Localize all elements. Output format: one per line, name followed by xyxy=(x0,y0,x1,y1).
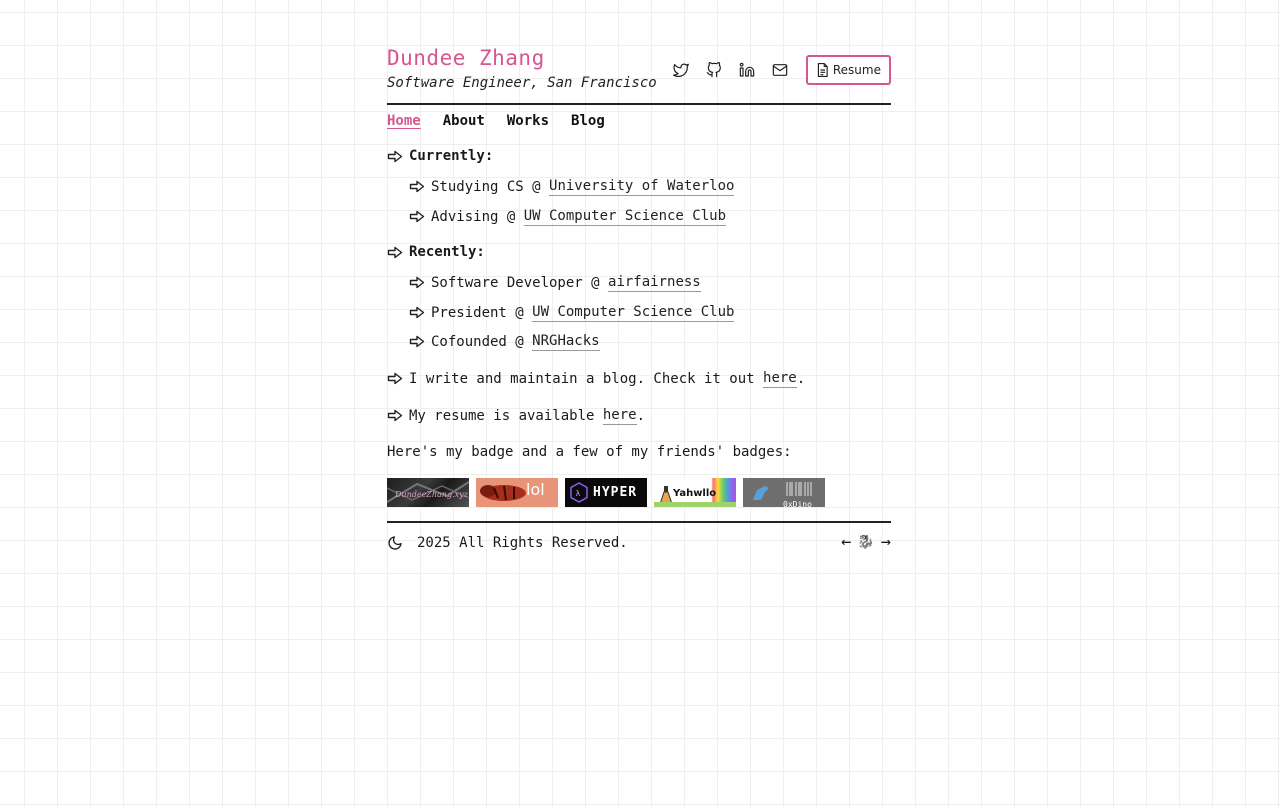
site-header: Dundee Zhang Software Engineer, San Fran… xyxy=(387,44,891,103)
github-icon[interactable] xyxy=(705,61,723,79)
csclub-link[interactable]: UW Computer Science Club xyxy=(532,303,735,322)
webring-prev-button[interactable]: ← xyxy=(841,533,851,551)
badge-tiger[interactable]: lol xyxy=(476,478,558,507)
list-item: Cofounded @ NRGHacks xyxy=(409,332,600,351)
arrow-right-icon xyxy=(387,372,403,386)
webring-nav: ← 🐉 → xyxy=(841,533,891,551)
site-subtitle: Software Engineer, San Francisco xyxy=(387,75,657,91)
airfairness-link[interactable]: airfairness xyxy=(608,273,701,292)
arrow-right-icon xyxy=(409,335,425,349)
arrow-right-icon xyxy=(409,306,425,320)
resume-line: My resume is available here. xyxy=(387,406,645,425)
arrow-right-icon xyxy=(387,149,403,163)
list-item: Advising @ UW Computer Science Club xyxy=(409,207,727,226)
footer: 2025 All Rights Reserved. ← 🐉 → xyxy=(387,533,891,553)
resume-line-suffix: . xyxy=(636,407,646,424)
badge-hyper[interactable]: λ HYPER xyxy=(565,478,647,507)
nrghacks-link[interactable]: NRGHacks xyxy=(532,332,600,351)
list-item-text: Cofounded @ xyxy=(431,333,533,350)
resume-line-text: My resume is available xyxy=(409,407,603,424)
svg-text:λ: λ xyxy=(576,489,581,498)
main-nav: Home About Works Blog xyxy=(387,113,891,133)
webring-next-button[interactable]: → xyxy=(881,533,891,551)
badge-text: HYPER xyxy=(593,485,638,500)
nav-blog[interactable]: Blog xyxy=(571,113,605,133)
linkedin-icon[interactable] xyxy=(738,61,756,79)
arrow-right-icon xyxy=(387,409,403,423)
badge-text: Yahwllo xyxy=(673,488,717,499)
csclub-link[interactable]: UW Computer Science Club xyxy=(523,207,727,226)
social-links: Resume xyxy=(672,55,891,85)
currently-heading: Currently: xyxy=(387,147,493,165)
resume-here-link[interactable]: here xyxy=(602,406,637,425)
recently-heading: Recently: xyxy=(387,243,485,261)
badge-text: DundeeZhang.xyz xyxy=(395,490,468,499)
badge-strip: DundeeZhang.xyz lol λ HYPER Yahwllo 0xDi… xyxy=(387,478,832,507)
list-item-text: Software Developer @ xyxy=(431,274,609,291)
copyright-text: 2025 All Rights Reserved. xyxy=(417,535,628,551)
university-link[interactable]: University of Waterloo xyxy=(549,177,735,196)
list-item-text: Advising @ xyxy=(431,208,524,225)
page-container: Dundee Zhang Software Engineer, San Fran… xyxy=(387,44,891,551)
badges-intro: Here's my badge and a few of my friends'… xyxy=(387,443,792,461)
nav-about[interactable]: About xyxy=(443,113,485,133)
resume-button-label: Resume xyxy=(832,63,881,77)
currently-label: Currently: xyxy=(409,148,494,164)
mail-icon[interactable] xyxy=(771,61,789,79)
resume-button[interactable]: Resume xyxy=(805,55,891,85)
twitter-icon[interactable] xyxy=(672,61,690,79)
arrow-right-icon xyxy=(409,180,425,194)
document-icon xyxy=(816,63,829,77)
blog-line: I write and maintain a blog. Check it ou… xyxy=(387,369,805,388)
blog-line-suffix: . xyxy=(796,370,806,387)
list-item-text: Studying CS @ xyxy=(431,178,550,195)
badge-dundee[interactable]: DundeeZhang.xyz xyxy=(387,478,469,507)
badges-intro-text: Here's my badge and a few of my friends'… xyxy=(387,444,792,460)
badge-yahwllo[interactable]: Yahwllo xyxy=(654,478,736,507)
nav-works[interactable]: Works xyxy=(507,113,549,133)
moon-icon[interactable] xyxy=(387,535,403,551)
list-item-text: President @ xyxy=(431,304,533,321)
badge-dino[interactable]: 0xDino xyxy=(743,478,825,507)
header-divider xyxy=(387,103,891,105)
nav-home[interactable]: Home xyxy=(387,113,421,133)
list-item: President @ UW Computer Science Club xyxy=(409,303,735,322)
arrow-right-icon xyxy=(409,276,425,290)
site-name[interactable]: Dundee Zhang xyxy=(387,44,545,72)
list-item: Studying CS @ University of Waterloo xyxy=(409,177,735,196)
webring-dragon-icon[interactable]: 🐉 xyxy=(857,533,874,551)
arrow-right-icon xyxy=(409,210,425,224)
blog-here-link[interactable]: here xyxy=(763,369,797,388)
blog-line-text: I write and maintain a blog. Check it ou… xyxy=(409,370,764,387)
recently-label: Recently: xyxy=(409,244,485,260)
list-item: Software Developer @ airfairness xyxy=(409,273,701,292)
badge-text: lol xyxy=(526,480,545,499)
footer-divider xyxy=(387,521,891,523)
arrow-right-icon xyxy=(387,245,403,259)
badge-text: 0xDino xyxy=(783,500,812,507)
